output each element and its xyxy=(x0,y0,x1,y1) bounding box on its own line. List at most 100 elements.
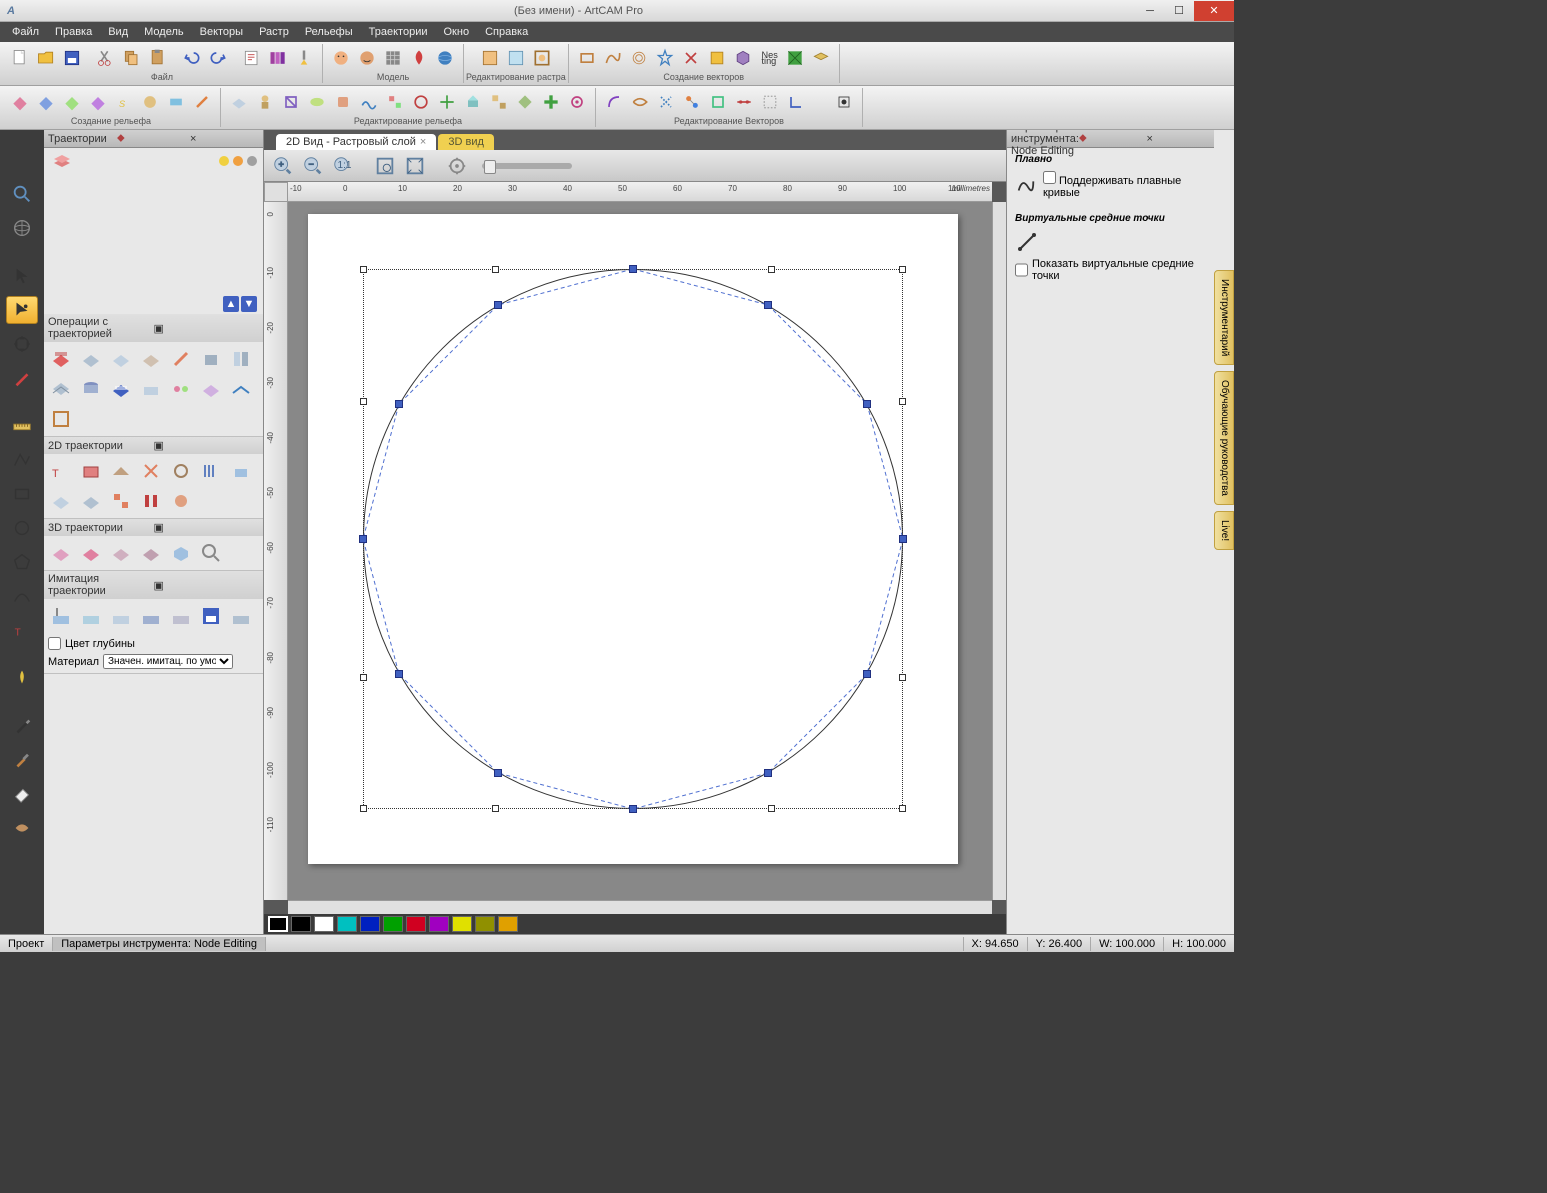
color-swatch[interactable] xyxy=(429,916,449,932)
traj-op-7-icon[interactable] xyxy=(227,345,255,373)
vedit-3-icon[interactable] xyxy=(654,90,678,114)
color-swatch[interactable] xyxy=(452,916,472,932)
zoom-tool-icon[interactable] xyxy=(6,180,38,208)
traj-2d-11-icon[interactable] xyxy=(137,487,165,515)
redit-6-icon[interactable] xyxy=(357,90,381,114)
vedit-target-icon[interactable] xyxy=(832,90,856,114)
sculpt-tool-icon[interactable] xyxy=(6,814,38,842)
relief-7-icon[interactable] xyxy=(190,90,214,114)
bulb-grey-icon[interactable] xyxy=(247,156,257,166)
redit-plus-icon[interactable] xyxy=(539,90,563,114)
redit-4-icon[interactable] xyxy=(305,90,329,114)
menu-edit[interactable]: Правка xyxy=(47,24,100,40)
redit-11-icon[interactable] xyxy=(487,90,511,114)
node-point[interactable] xyxy=(494,769,502,777)
tab-2d-view[interactable]: 2D Вид - Растровый слой× xyxy=(276,134,436,150)
node-point[interactable] xyxy=(629,805,637,813)
traj-op-2-icon[interactable] xyxy=(77,345,105,373)
vedit-8-icon[interactable] xyxy=(784,90,808,114)
redit-13-icon[interactable] xyxy=(565,90,589,114)
scrollbar-horizontal[interactable] xyxy=(288,900,992,914)
color-swatch[interactable] xyxy=(475,916,495,932)
traj-2d-4-icon[interactable] xyxy=(137,457,165,485)
right-panel-header[interactable]: Параметры инструмента: Node Editing ⬥ × xyxy=(1007,130,1214,148)
depth-color-checkbox[interactable]: Цвет глубины xyxy=(48,637,259,650)
color-swatch[interactable] xyxy=(291,916,311,932)
bulb-orange-icon[interactable] xyxy=(233,156,243,166)
menu-reliefs[interactable]: Рельефы xyxy=(297,24,361,40)
undo-icon[interactable] xyxy=(180,46,204,70)
traj-op-1-icon[interactable] xyxy=(47,345,75,373)
menu-view[interactable]: Вид xyxy=(100,24,136,40)
traj-op-3-icon[interactable] xyxy=(107,345,135,373)
view-settings-icon[interactable] xyxy=(444,153,470,179)
traj-sim-7-icon[interactable] xyxy=(227,602,255,630)
traj-op-14-icon[interactable] xyxy=(227,375,255,403)
pen-tool-icon[interactable] xyxy=(6,712,38,740)
traj-op-8-icon[interactable] xyxy=(47,375,75,403)
notes-icon[interactable] xyxy=(240,46,264,70)
traj-3d-5-icon[interactable] xyxy=(167,539,195,567)
relief-s-icon[interactable]: S xyxy=(112,90,136,114)
node-edit-tool-icon[interactable] xyxy=(6,296,38,324)
node-point[interactable] xyxy=(395,400,403,408)
smooth-checkbox[interactable]: Поддерживать плавные кривые xyxy=(1043,171,1206,199)
vedit-7-icon[interactable] xyxy=(758,90,782,114)
opacity-slider[interactable] xyxy=(482,163,572,169)
traj-2d-9-icon[interactable] xyxy=(77,487,105,515)
traj-2d-3-icon[interactable] xyxy=(107,457,135,485)
new-file-icon[interactable] xyxy=(8,46,32,70)
menu-file[interactable]: Файл xyxy=(4,24,47,40)
node-point[interactable] xyxy=(899,535,907,543)
maximize-button[interactable]: ☐ xyxy=(1165,1,1193,21)
collapse-icon[interactable]: ▣ xyxy=(154,322,260,335)
traj-2d-1-icon[interactable]: T xyxy=(47,457,75,485)
color-swatch[interactable] xyxy=(383,916,403,932)
traj-3d-3-icon[interactable] xyxy=(107,539,135,567)
color-swatch[interactable] xyxy=(498,916,518,932)
relief-1-icon[interactable] xyxy=(8,90,32,114)
vec-curve-icon[interactable] xyxy=(601,46,625,70)
color-fg-bg[interactable] xyxy=(268,916,288,932)
node-point[interactable] xyxy=(629,265,637,273)
traj-op-9-icon[interactable] xyxy=(77,375,105,403)
menu-window[interactable]: Окно xyxy=(436,24,478,40)
node-point[interactable] xyxy=(494,301,502,309)
redit-9-icon[interactable] xyxy=(435,90,459,114)
zoom-fit-icon[interactable]: 1:1 xyxy=(330,153,356,179)
nesting-icon[interactable]: Nesting xyxy=(757,46,781,70)
node-point[interactable] xyxy=(764,769,772,777)
scrollbar-vertical[interactable] xyxy=(992,202,1006,900)
traj-2d-6-icon[interactable] xyxy=(197,457,225,485)
cut-icon[interactable] xyxy=(94,46,118,70)
side-tab-tutorials[interactable]: Обучающие руководства xyxy=(1214,371,1234,505)
zoom-in-icon[interactable] xyxy=(270,153,296,179)
traj-op-5-icon[interactable] xyxy=(167,345,195,373)
redit-10-icon[interactable] xyxy=(461,90,485,114)
status-tab-project[interactable]: Проект xyxy=(0,937,53,951)
traj-sim-1-icon[interactable] xyxy=(47,602,75,630)
redit-3-icon[interactable] xyxy=(279,90,303,114)
traj-op-4-icon[interactable] xyxy=(137,345,165,373)
vedit-6-icon[interactable] xyxy=(732,90,756,114)
canvas[interactable] xyxy=(288,202,992,900)
titlebar[interactable]: A (Без имени) - ArtCAM Pro ─ ☐ ✕ xyxy=(0,0,1234,22)
traj-3d-6-icon[interactable] xyxy=(197,539,225,567)
rect-tool-icon[interactable] xyxy=(6,480,38,508)
vedit-1-icon[interactable] xyxy=(602,90,626,114)
traj-2d-5-icon[interactable] xyxy=(167,457,195,485)
node-point[interactable] xyxy=(863,400,871,408)
relief-2-icon[interactable] xyxy=(34,90,58,114)
vec-offset-icon[interactable] xyxy=(627,46,651,70)
trajectories-panel-header[interactable]: Траектории ⬥ × xyxy=(44,130,263,148)
traj-layers-icon[interactable] xyxy=(50,151,74,171)
collapse-icon[interactable]: ▣ xyxy=(154,439,260,452)
circle-tool-icon[interactable] xyxy=(6,514,38,542)
open-file-icon[interactable] xyxy=(34,46,58,70)
vedit-4-icon[interactable] xyxy=(680,90,704,114)
traj-2d-12-icon[interactable] xyxy=(167,487,195,515)
color-swatch[interactable] xyxy=(337,916,357,932)
tab-close-icon[interactable]: × xyxy=(420,136,426,148)
traj-3d-1-icon[interactable] xyxy=(47,539,75,567)
leaf-icon[interactable] xyxy=(407,46,431,70)
